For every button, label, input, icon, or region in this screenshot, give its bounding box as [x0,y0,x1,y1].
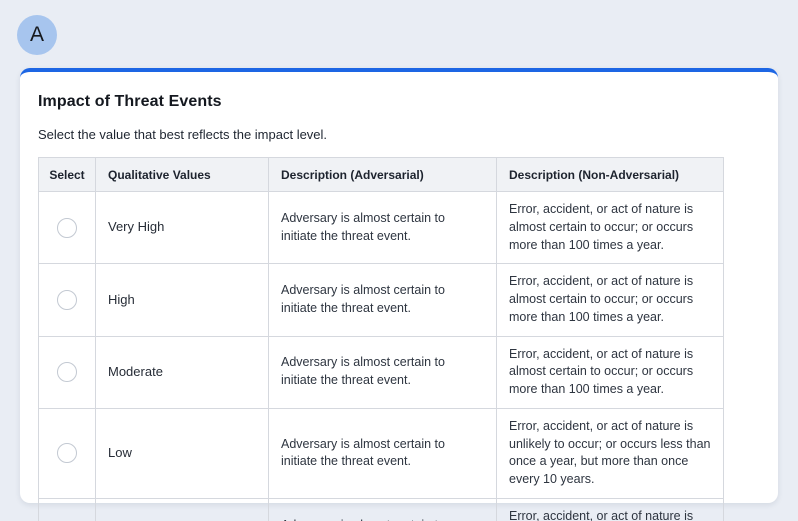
impact-table: Select Qualitative Values Description (A… [38,157,724,521]
description-non-adversarial-cell: Error, accident, or act of nature is unl… [496,407,724,499]
page: A Impact of Threat Events Select the val… [0,0,798,521]
table-row: Moderate Adversary is almost certain to … [38,335,724,409]
qualitative-value-cell: High [95,263,269,337]
impact-radio-button[interactable] [57,443,77,464]
table-row: High Adversary is almost certain to init… [38,263,724,337]
description-non-adversarial-cell: Error, accident, or act of nature is alm… [496,263,724,337]
qualitative-value-cell: Low [95,407,269,499]
select-cell [38,407,96,499]
impact-radio-button[interactable] [57,362,77,383]
qualitative-value-cell: Moderate [95,335,269,409]
qualitative-value-cell: Very Low [95,497,269,521]
table-row: Very Low Adversary is almost certain to … [38,497,724,521]
step-badge: A [17,15,57,55]
table-header-row: Select Qualitative Values Description (A… [38,157,724,192]
description-non-adversarial-cell: Error, accident, or act of nature is alm… [496,190,724,265]
description-non-adversarial-cell: Error, accident, or act of nature is hig… [496,497,724,521]
description-adversarial-cell: Adversary is almost certain to initiate … [268,497,497,521]
table-row: Very High Adversary is almost certain to… [38,190,724,265]
qualitative-value-cell: Very High [95,190,269,265]
impact-radio-button[interactable] [57,289,77,310]
select-cell [38,190,96,265]
column-header-select: Select [38,157,96,192]
select-cell [38,263,96,337]
description-adversarial-cell: Adversary is almost certain to initiate … [268,407,497,499]
page-title: Impact of Threat Events [38,93,222,110]
description-adversarial-cell: Adversary is almost certain to initiate … [268,263,497,337]
table-row: Low Adversary is almost certain to initi… [38,407,724,499]
description-non-adversarial-cell: Error, accident, or act of nature is alm… [496,335,724,409]
impact-card: Impact of Threat Events Select the value… [20,68,778,521]
select-cell [38,335,96,409]
page-subtitle: Select the value that best reflects the … [38,127,328,142]
column-header-description-non-adversarial: Description (Non-Adversarial) [496,157,724,192]
description-adversarial-cell: Adversary is almost certain to initiate … [268,335,497,409]
select-cell [38,497,96,521]
column-header-description-adversarial: Description (Adversarial) [268,157,497,192]
impact-radio-button[interactable] [57,217,77,238]
step-badge-label: A [29,23,44,46]
description-adversarial-cell: Adversary is almost certain to initiate … [268,190,497,265]
column-header-qualitative-values: Qualitative Values [95,157,269,192]
